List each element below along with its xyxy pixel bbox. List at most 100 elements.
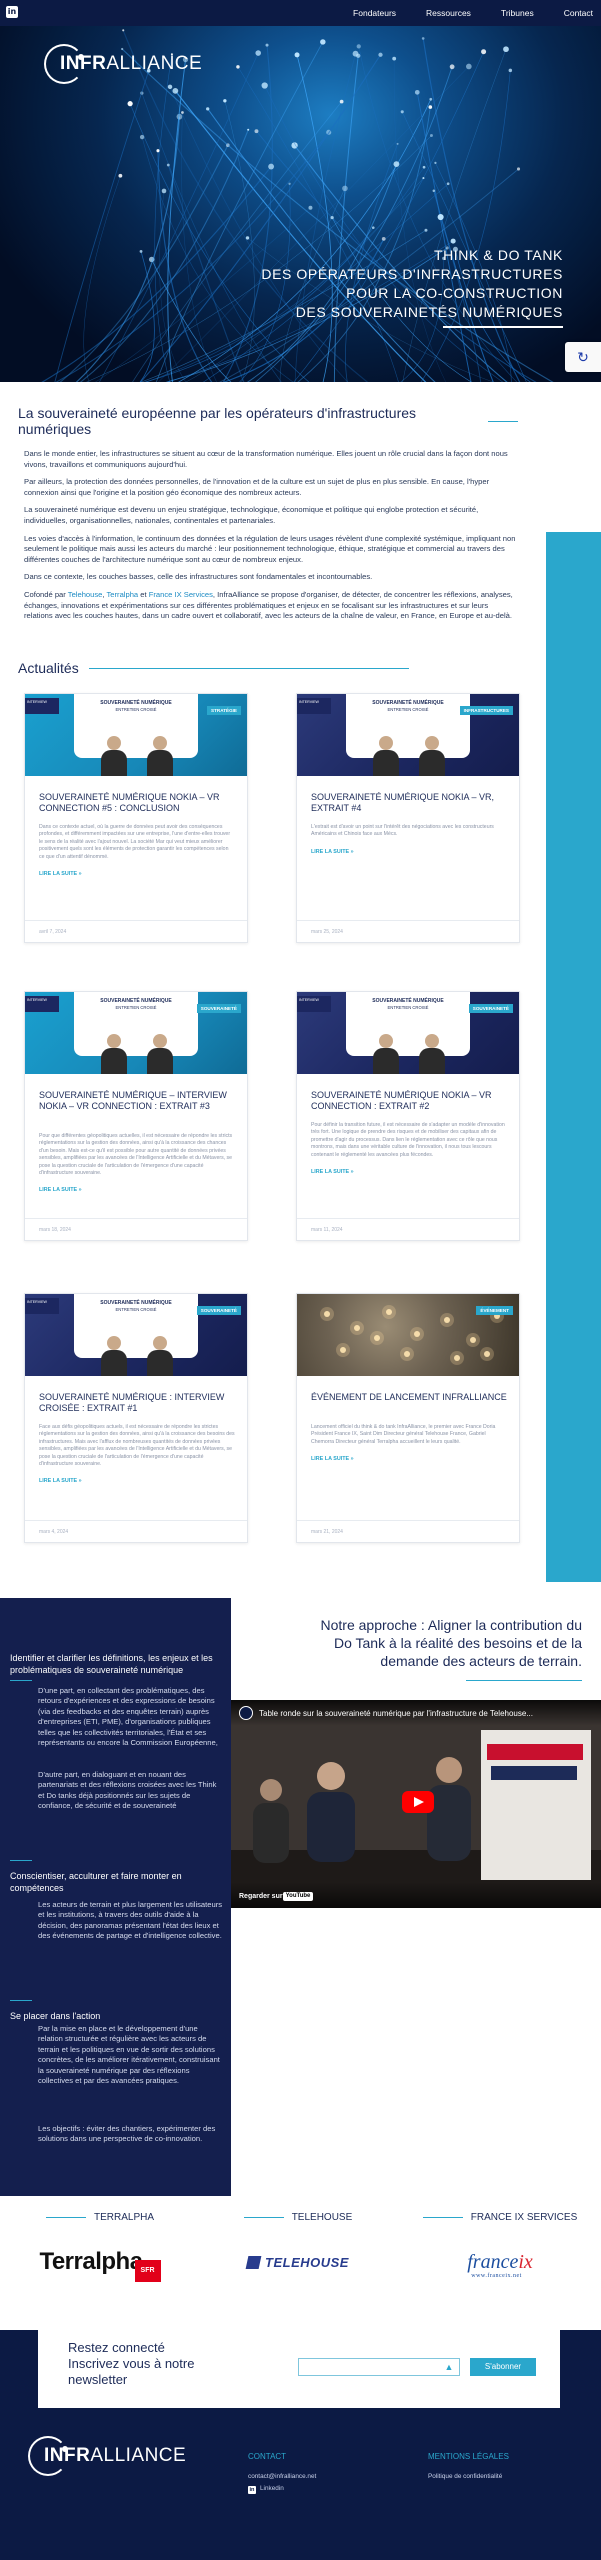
approach-title-rule: [466, 1680, 582, 1681]
nav-ressources[interactable]: Ressources: [426, 8, 471, 18]
read-more-link[interactable]: LIRE LA SUITE »: [39, 1187, 82, 1193]
news-card[interactable]: INTERVIEW SOUVERAINETÉ NUMÉRIQUE ENTRETIEN…: [296, 991, 520, 1241]
fiber-light: [181, 111, 184, 114]
news-card[interactable]: INTERVIEW SOUVERAINETÉ NUMÉRIQUE ENTRETIEN…: [24, 991, 248, 1241]
footer-email-link[interactable]: contact@infralliance.net: [248, 2471, 316, 2483]
read-more-link[interactable]: LIRE LA SUITE »: [311, 1456, 354, 1462]
read-more-link[interactable]: LIRE LA SUITE »: [311, 849, 354, 855]
partner-rule: [45, 2217, 86, 2218]
nav-contact[interactable]: Contact: [564, 8, 593, 18]
news-card-title[interactable]: ÉVÉNEMENT DE LANCEMENT INFRALLIANCE: [311, 1392, 507, 1403]
fiber-light: [421, 37, 425, 40]
news-title-text: Actualités: [18, 660, 79, 676]
news-card-thumbnail[interactable]: INTERVIEW SOUVERAINETÉ NUMÉRIQUE ENTRETIEN…: [25, 694, 247, 776]
telehouse-logo[interactable]: TELEHOUSE: [198, 2242, 398, 2282]
speaker-avatar: [419, 736, 445, 776]
approach-paragraph: Les acteurs de terrain et plus largement…: [38, 1900, 223, 1941]
fiber-strand: [151, 259, 232, 382]
interview-flag: INTERVIEW: [297, 996, 331, 1012]
footer-contact-title: CONTACT: [248, 2452, 287, 2461]
telehouse-mark-icon: [245, 2255, 262, 2269]
recaptcha-icon[interactable]: ↻: [565, 342, 601, 372]
fiber-light: [139, 249, 143, 253]
footer-logo[interactable]: INFRALLIANCE: [28, 2436, 186, 2476]
nav-tribunes[interactable]: Tribunes: [501, 8, 534, 18]
link-france-ix[interactable]: France IX Services: [149, 590, 213, 599]
news-card[interactable]: ÉVÉNEMENT ÉVÉNEMENT DE LANCEMENT INFRALLI…: [296, 1293, 520, 1543]
cofounders-pre: Cofondé par: [24, 589, 68, 599]
news-card-title[interactable]: SOUVERAINETÉ NUMÉRIQUE NOKIA – VR CONNEC…: [39, 792, 235, 814]
fiber-strand: [121, 48, 554, 382]
hero-tagline: THINK & DO TANK DES OPÉRATEURS D'INFRAST…: [261, 246, 563, 322]
news-card-thumbnail[interactable]: INTERVIEW SOUVERAINETÉ NUMÉRIQUE ENTRETIEN…: [297, 992, 519, 1074]
newsletter-email-input[interactable]: ▲: [298, 2358, 460, 2376]
news-card[interactable]: INTERVIEW SOUVERAINETÉ NUMÉRIQUE ENTRETIEN…: [24, 1293, 248, 1543]
news-card[interactable]: INTERVIEW SOUVERAINETÉ NUMÉRIQUE ENTRETIEN…: [24, 693, 248, 943]
news-card-thumbnail[interactable]: ÉVÉNEMENT: [297, 1294, 519, 1376]
speaker-avatar: [101, 1336, 127, 1376]
video-player[interactable]: Table ronde sur la souveraineté numériqu…: [231, 1700, 601, 1908]
fiber-light: [508, 68, 513, 73]
read-more-link[interactable]: LIRE LA SUITE »: [39, 1478, 82, 1484]
subscribe-button[interactable]: S'abonner: [470, 2358, 536, 2376]
speaker-avatar: [373, 1034, 399, 1074]
fiber-strand: [54, 70, 150, 382]
fiber-light: [393, 161, 400, 168]
watch-on-label[interactable]: Regarder sur: [239, 1893, 283, 1900]
fiber-light: [206, 107, 210, 111]
fiber-light: [450, 238, 456, 244]
approach-paragraph: Par la mise en place et le développement…: [38, 2024, 220, 2086]
logo-text-part2: ALLIANCE: [90, 2445, 187, 2466]
news-card-title[interactable]: SOUVERAINETÉ NUMÉRIQUE – INTERVIEW NOKIA…: [39, 1090, 235, 1112]
linkedin-icon[interactable]: in: [6, 6, 18, 18]
fiber-strand: [393, 58, 446, 382]
nav-fondateurs[interactable]: Fondateurs: [353, 8, 396, 18]
thumbnail-title-plate: SOUVERAINETÉ NUMÉRIQUE ENTRETIEN CROISÉ: [346, 992, 470, 1056]
category-badge: STRATÉGIE: [207, 706, 241, 715]
footer-privacy-link[interactable]: Politique de confidentialité: [428, 2471, 509, 2483]
channel-avatar-icon[interactable]: [239, 1706, 253, 1720]
news-card-footer: mars 25, 2024: [297, 920, 519, 942]
hero-tagline-line: DES SOUVERAINETÉS NUMÉRIQUES: [295, 304, 563, 320]
news-card-title[interactable]: SOUVERAINETÉ NUMÉRIQUE NOKIA – VR CONNEC…: [311, 1090, 507, 1112]
news-card-date: avril 7, 2024: [39, 929, 67, 935]
news-card-title[interactable]: SOUVERAINETÉ NUMÉRIQUE : INTERVIEW CROIS…: [39, 1392, 235, 1414]
news-card-title[interactable]: SOUVERAINETÉ NUMÉRIQUE NOKIA – VR, EXTRA…: [311, 792, 507, 814]
approach-paragraph: Les objectifs : éviter des chantiers, ex…: [38, 2124, 216, 2144]
category-badge: SOUVERAINETÉ: [196, 1306, 241, 1315]
read-more-link[interactable]: LIRE LA SUITE »: [39, 871, 82, 877]
fiber-light: [424, 228, 428, 232]
partner-terralpha: TERRALPHA Terralpha SFR: [0, 2212, 200, 2282]
newsletter-box: Restez connecté Inscrivez vous à notre n…: [38, 2330, 560, 2408]
link-terralpha[interactable]: Terralpha: [107, 590, 139, 599]
fiber-light: [449, 64, 455, 70]
news-card-date: mars 21, 2024: [311, 1529, 343, 1535]
approach-panel: Identifier et clarifier les définitions,…: [0, 1598, 231, 2196]
terralpha-logo[interactable]: Terralpha SFR: [0, 2242, 200, 2282]
news-card[interactable]: INTERVIEW SOUVERAINETÉ NUMÉRIQUE ENTRETIEN…: [296, 693, 520, 943]
youtube-logo[interactable]: YouTube: [283, 1892, 313, 1901]
news-card-thumbnail[interactable]: INTERVIEW SOUVERAINETÉ NUMÉRIQUE ENTRETIEN…: [25, 992, 247, 1074]
hero-tagline-line: THINK & DO TANK: [433, 247, 563, 263]
thumbnail-title-plate: SOUVERAINETÉ NUMÉRIQUE ENTRETIEN CROISÉ: [74, 1294, 198, 1358]
footer-linkedin-link[interactable]: in Linkedin: [248, 2483, 316, 2495]
fiber-light: [236, 65, 240, 69]
read-more-link[interactable]: LIRE LA SUITE »: [311, 1169, 354, 1175]
fiber-light: [288, 182, 291, 185]
fiber-light: [356, 44, 361, 49]
fiber-light: [166, 163, 170, 167]
fiber-light: [118, 173, 123, 178]
news-card-thumbnail[interactable]: INTERVIEW SOUVERAINETÉ NUMÉRIQUE ENTRETIEN…: [25, 1294, 247, 1376]
news-card-thumbnail[interactable]: INTERVIEW SOUVERAINETÉ NUMÉRIQUE ENTRETIEN…: [297, 694, 519, 776]
fiber-light: [429, 97, 433, 101]
news-title: Actualités: [18, 660, 409, 676]
approach-rule: [10, 1680, 32, 1681]
footer-legal-title[interactable]: MENTIONS LÉGALES: [428, 2452, 509, 2461]
link-telehouse[interactable]: Telehouse: [68, 590, 103, 599]
play-icon[interactable]: [402, 1791, 434, 1813]
video-title[interactable]: Table ronde sur la souveraineté numériqu…: [259, 1709, 533, 1718]
fiber-light: [371, 226, 375, 229]
france-ix-logo[interactable]: franceix www.franceix.net: [400, 2242, 600, 2282]
fiber-light: [429, 134, 433, 137]
site-logo[interactable]: INFRALLIANCE: [44, 44, 202, 84]
